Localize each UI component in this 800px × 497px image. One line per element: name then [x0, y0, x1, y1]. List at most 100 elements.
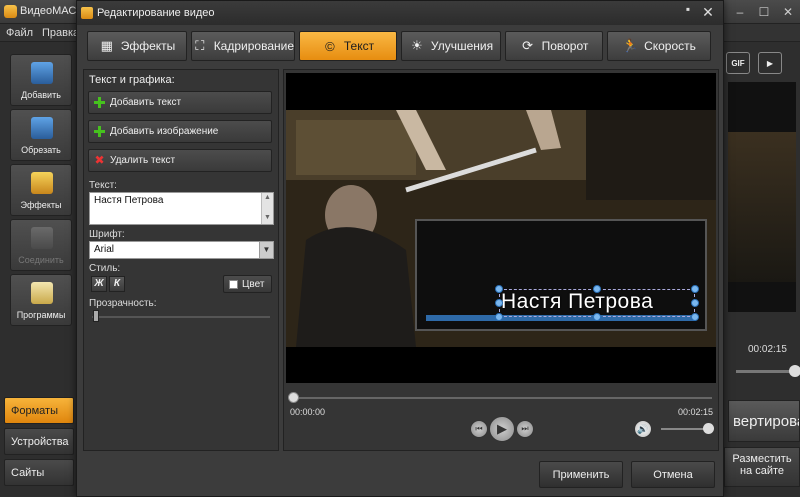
delete-text-button[interactable]: ✖ Удалить текст: [88, 149, 272, 172]
app-logo-icon: [4, 5, 17, 18]
join-label: Соединить: [18, 255, 64, 265]
text-input[interactable]: Настя Петрова ▲ ▼: [89, 192, 274, 225]
chevron-down-icon[interactable]: ▼: [259, 242, 273, 258]
resize-handle[interactable]: [691, 299, 699, 307]
convert-button[interactable]: вертировать: [728, 400, 800, 442]
scroll-up-icon[interactable]: ▲: [264, 194, 271, 201]
tab-devices[interactable]: Устройства: [4, 428, 74, 455]
color-label: Цвет: [242, 278, 265, 290]
tab-text[interactable]: © Текст: [299, 31, 397, 61]
video-preview[interactable]: Настя Петрова: [286, 73, 716, 383]
seek-bar[interactable]: [292, 397, 712, 399]
sun-icon: ☀: [411, 38, 423, 53]
tab-enhance[interactable]: ☀ Улучшения: [401, 31, 501, 61]
add-image-button[interactable]: Добавить изображение: [88, 120, 272, 143]
opacity-slider[interactable]: [92, 316, 270, 318]
close-icon[interactable]: ✕: [776, 0, 800, 24]
opacity-slider-knob[interactable]: [93, 310, 99, 322]
text-input-scrollbar[interactable]: ▲ ▼: [261, 193, 273, 224]
tab-formats[interactable]: Форматы: [4, 397, 74, 424]
publish-label-1: Разместить: [732, 453, 792, 465]
add-image-label: Добавить изображение: [110, 126, 219, 137]
pencil-tools-icon: [31, 282, 53, 304]
plus-icon: [94, 97, 105, 108]
tab-speed-label: Скорость: [644, 39, 696, 53]
main-volume-slider[interactable]: [736, 365, 800, 377]
time-start: 00:00:00: [290, 407, 326, 417]
play-icon[interactable]: ▶: [489, 416, 515, 442]
volume-icon[interactable]: 🔊: [634, 420, 652, 438]
edit-video-dialog: Редактирование видео ▪ ✕ ▦ Эффекты ⛶ Кад…: [76, 0, 724, 497]
style-label: Стиль:: [89, 263, 121, 274]
italic-button[interactable]: К: [109, 276, 125, 292]
seek-knob[interactable]: [288, 392, 299, 403]
tab-rotate-label: Поворот: [541, 39, 589, 53]
skip-back-icon[interactable]: ⏮: [470, 420, 488, 438]
menu-file[interactable]: Файл: [6, 27, 33, 39]
tab-speed[interactable]: 🏃 Скорость: [607, 31, 711, 61]
dialog-close-icon[interactable]: ✕: [699, 3, 717, 21]
maximize-icon[interactable]: ☐: [752, 0, 776, 24]
programs-label: Программы: [16, 310, 66, 320]
add-button[interactable]: Добавить: [10, 54, 72, 106]
text-input-value: Настя Петрова: [94, 195, 164, 206]
font-label: Шрифт:: [89, 229, 125, 240]
film-effects-icon: ▦: [100, 38, 113, 53]
gif-icon[interactable]: GIF: [726, 52, 750, 74]
effects-button[interactable]: Эффекты: [10, 164, 72, 216]
join-button[interactable]: Соединить: [10, 219, 72, 271]
font-select-value: Arial: [94, 244, 115, 255]
text-field-label: Текст:: [89, 180, 117, 191]
text-settings-pane: Текст и графика: Добавить текст Добавить…: [83, 69, 279, 451]
delete-icon: ✖: [94, 153, 105, 167]
volume-knob[interactable]: [703, 423, 714, 434]
tab-sites[interactable]: Сайты: [4, 459, 74, 486]
programs-button[interactable]: Программы: [10, 274, 72, 326]
plus-icon: [94, 126, 105, 137]
dialog-logo-icon: [81, 7, 93, 19]
main-volume-knob[interactable]: [789, 365, 800, 377]
main-time: 00:02:15: [748, 344, 787, 355]
tab-crop[interactable]: ⛶ Кадрирование: [191, 31, 295, 61]
resize-handle[interactable]: [593, 313, 601, 321]
publish-button[interactable]: Разместить на сайте: [724, 447, 800, 487]
volume-slider[interactable]: [661, 428, 709, 430]
copyright-icon: ©: [325, 38, 335, 54]
apply-button[interactable]: Применить: [539, 461, 623, 488]
app-window: ВидеоМАСТ ‒ ☐ ✕ Файл Правка Добавить Обр…: [0, 0, 800, 497]
app-title: ВидеоМАСТ: [20, 5, 83, 17]
right-panel: GIF ▶ 00:02:15 вертировать Разместить на…: [724, 42, 800, 497]
trim-label: Обрезать: [21, 145, 61, 155]
film-cut-icon: [31, 117, 53, 139]
tab-crop-label: Кадрирование: [213, 39, 294, 53]
crop-icon: ⛶: [195, 38, 205, 53]
time-end: 00:02:15: [678, 407, 714, 417]
effects-label: Эффекты: [20, 200, 62, 210]
color-button[interactable]: Цвет: [223, 275, 272, 293]
opacity-label: Прозрачность:: [89, 298, 157, 309]
scroll-down-icon[interactable]: ▼: [264, 214, 271, 221]
minimize-icon[interactable]: ‒: [728, 0, 752, 24]
play-screen-icon[interactable]: ▶: [758, 52, 782, 74]
trim-button[interactable]: Обрезать: [10, 109, 72, 161]
tab-rotate[interactable]: ⟳ Поворот: [505, 31, 603, 61]
running-man-icon: 🏃: [621, 38, 639, 53]
resize-handle[interactable]: [691, 285, 699, 293]
resize-handle[interactable]: [495, 285, 503, 293]
tab-effects[interactable]: ▦ Эффекты: [87, 31, 187, 61]
resize-handle[interactable]: [495, 313, 503, 321]
tab-enhance-label: Улучшения: [430, 39, 494, 53]
skip-forward-icon[interactable]: ⏭: [516, 420, 534, 438]
menu-edit[interactable]: Правка: [42, 27, 79, 39]
add-label: Добавить: [21, 90, 61, 100]
text-graphics-heading: Текст и графика:: [89, 74, 175, 86]
cancel-button[interactable]: Отмена: [631, 461, 715, 488]
publish-label-2: на сайте: [739, 465, 785, 477]
resize-handle[interactable]: [691, 313, 699, 321]
font-select[interactable]: Arial ▼: [89, 241, 274, 259]
resize-handle[interactable]: [593, 285, 601, 293]
resize-handle[interactable]: [495, 299, 503, 307]
bold-button[interactable]: Ж: [91, 276, 107, 292]
dialog-minimize-icon[interactable]: ▪: [681, 2, 695, 20]
add-text-button[interactable]: Добавить текст: [88, 91, 272, 114]
